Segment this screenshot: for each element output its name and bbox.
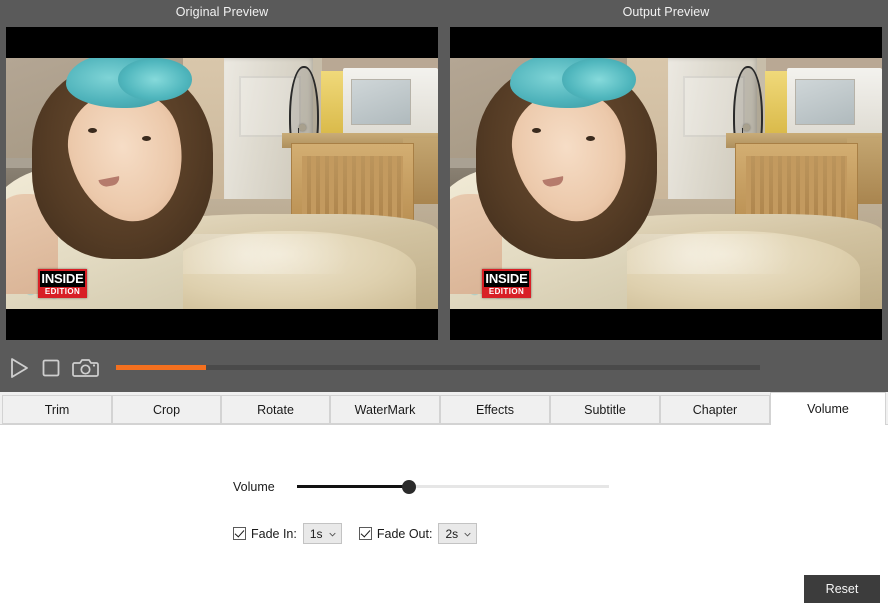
- tab-effects[interactable]: Effects: [440, 395, 550, 424]
- chevron-down-icon: [329, 532, 336, 537]
- watermark-bottom-text: EDITION: [484, 287, 529, 298]
- fade-in-checkbox[interactable]: [233, 527, 246, 540]
- fade-in-duration-value: 1s: [309, 526, 323, 541]
- play-icon: [11, 358, 28, 378]
- original-preview-video[interactable]: INSIDE EDITION: [6, 27, 438, 340]
- tab-label: Volume: [807, 402, 849, 416]
- letterbox-bar-bottom: [6, 309, 438, 340]
- inside-edition-watermark: INSIDE EDITION: [482, 269, 531, 298]
- watermark-top-text: INSIDE: [484, 271, 529, 287]
- volume-panel: Volume Fade In: 1s Fade Out: 2s Reset: [0, 424, 888, 615]
- tab-label: Subtitle: [584, 402, 626, 417]
- tab-trim[interactable]: Trim: [2, 395, 112, 424]
- watermark-top-text: INSIDE: [40, 271, 85, 287]
- inside-edition-watermark: INSIDE EDITION: [38, 269, 87, 298]
- output-preview-label: Output Preview: [622, 5, 710, 19]
- letterbox-bar-top: [6, 27, 438, 58]
- output-preview-video[interactable]: INSIDE EDITION: [450, 27, 882, 340]
- tab-label: Effects: [476, 402, 514, 417]
- fade-out-duration-dropdown[interactable]: 2s: [438, 523, 478, 544]
- preview-area: Original Preview Output Preview INSIDE E…: [0, 0, 888, 390]
- watermark-bottom-text: EDITION: [40, 287, 85, 298]
- play-button[interactable]: [6, 355, 32, 381]
- original-preview-label: Original Preview: [175, 5, 269, 19]
- tab-chapter[interactable]: Chapter: [660, 395, 770, 424]
- volume-control-row: Volume: [233, 480, 609, 494]
- tab-label: Rotate: [257, 402, 294, 417]
- playback-progress-bar[interactable]: [116, 365, 760, 370]
- tab-volume[interactable]: Volume: [770, 392, 886, 425]
- editor-tab-bar: Trim Crop Rotate WaterMark Effects Subtitle Ch…: [0, 392, 888, 425]
- fade-out-duration-value: 2s: [445, 526, 459, 541]
- volume-slider[interactable]: [296, 480, 609, 494]
- fade-out-label: Fade Out:: [376, 526, 433, 541]
- volume-label: Volume: [233, 480, 275, 494]
- camera-icon: [72, 359, 99, 377]
- video-editor-window: Original Preview Output Preview INSIDE E…: [0, 0, 888, 615]
- volume-slider-fill: [296, 485, 410, 488]
- tab-label: Chapter: [692, 402, 738, 417]
- volume-slider-thumb[interactable]: [402, 480, 417, 494]
- tab-label: Crop: [152, 402, 181, 417]
- reset-button[interactable]: Reset: [804, 575, 880, 603]
- preview-labels: Original Preview Output Preview: [0, 0, 888, 27]
- letterbox-bar-bottom: [450, 309, 882, 340]
- tab-rotate[interactable]: Rotate: [221, 395, 330, 424]
- fade-control-row: Fade In: 1s Fade Out: 2s: [233, 523, 478, 544]
- tab-crop[interactable]: Crop: [112, 395, 221, 424]
- chevron-down-icon: [464, 532, 472, 537]
- tab-label: Trim: [44, 402, 70, 417]
- tab-subtitle[interactable]: Subtitle: [550, 395, 660, 424]
- letterbox-bar-top: [450, 27, 882, 58]
- stop-icon: [42, 359, 60, 377]
- stop-button[interactable]: [38, 355, 64, 381]
- fade-in-label: Fade In:: [251, 526, 297, 541]
- playback-progress-fill: [116, 365, 207, 370]
- fade-out-checkbox[interactable]: [358, 527, 372, 540]
- tab-watermark[interactable]: WaterMark: [330, 395, 440, 424]
- snapshot-button[interactable]: [72, 355, 99, 381]
- fade-in-duration-dropdown[interactable]: 1s: [302, 523, 342, 544]
- tab-label: WaterMark: [354, 402, 416, 417]
